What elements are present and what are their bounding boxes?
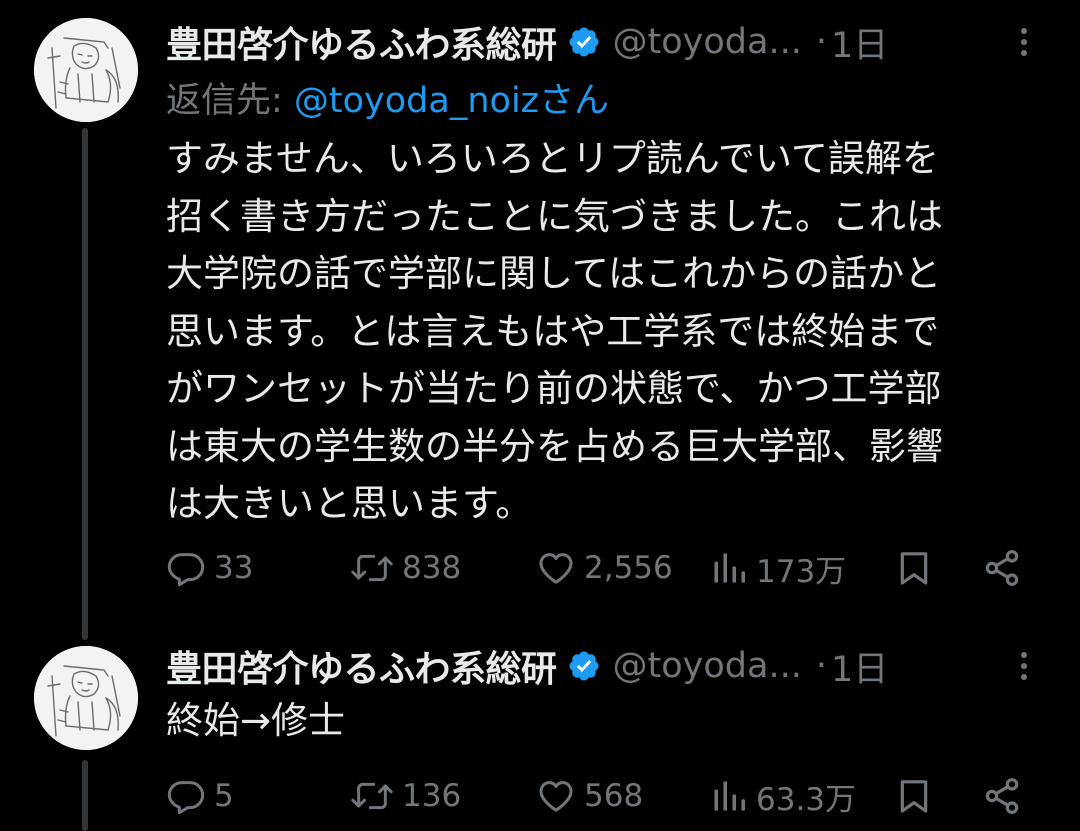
views-bar-chart-icon [714, 553, 746, 583]
author-display-name[interactable]: 豊田啓介ゆるふわ系総研 [166, 640, 557, 692]
reply-to-suffix: さん [539, 81, 610, 121]
bookmark-icon [900, 552, 928, 585]
thread-line [82, 760, 88, 831]
views-count: 63.3万 [756, 781, 857, 818]
views-bar-chart-icon [714, 781, 746, 811]
reply-button[interactable]: 33 [166, 548, 253, 588]
tweet-timestamp[interactable]: 1日 [831, 641, 888, 692]
heart-icon [539, 781, 573, 812]
verified-badge-icon [568, 27, 599, 57]
tweet-text-line: 招く書き方だったことに気づきました。これは [166, 194, 943, 238]
heart-icon [539, 553, 573, 584]
reply-to-label: 返信先: @toyoda_noizさん [166, 72, 609, 123]
separator-dot: · [815, 22, 827, 62]
tweet-actions: 5 136 568 63.3万 [166, 768, 1030, 824]
author-handle[interactable]: @toyoda... [613, 22, 802, 62]
share-icon [985, 550, 1019, 586]
tweet[interactable]: 豊田啓介ゆるふわ系総研 @toyoda... · 1日 終始→修士 5 136 … [0, 640, 1080, 831]
more-options-icon[interactable] [1004, 22, 1044, 62]
more-options-icon[interactable] [1004, 646, 1044, 686]
tweet-text-line: は東大の学生数の半分を占める巨大学部、影響 [166, 424, 943, 468]
avatar[interactable] [34, 18, 138, 122]
tweet-text-line: がワンセットが当たり前の状態で、かつ工学部 [166, 367, 942, 410]
tweet-actions: 33 838 2,556 173万 [166, 540, 1030, 596]
reply-count: 5 [214, 778, 234, 814]
like-count: 568 [584, 778, 644, 814]
tweet[interactable]: 豊田啓介ゆるふわ系総研 @toyoda... · 1日 返信先: @toyoda… [0, 0, 1080, 640]
reply-count: 33 [214, 550, 254, 586]
like-button[interactable]: 568 [536, 776, 643, 816]
share-button[interactable] [982, 776, 1022, 816]
bookmark-icon [900, 780, 928, 813]
views-button[interactable]: 63.3万 [712, 774, 856, 819]
tweet-text-line: は大きいと思います。 [166, 482, 533, 525]
tweet-header: 豊田啓介ゆるふわ系総研 @toyoda... · 1日 [166, 18, 1044, 66]
avatar[interactable] [34, 646, 138, 750]
reply-button[interactable]: 5 [166, 776, 234, 816]
tweet-header: 豊田啓介ゆるふわ系総研 @toyoda... · 1日 [166, 642, 1044, 690]
tweet-text-line: 終始→修士 [166, 699, 346, 742]
like-button[interactable]: 2,556 [536, 548, 673, 588]
reply-icon [167, 553, 205, 587]
views-count: 173万 [756, 553, 847, 590]
reply-to-mention[interactable]: @toyoda_noiz [294, 81, 539, 121]
sketch-portrait-avatar [34, 646, 138, 750]
separator-dot: · [815, 646, 827, 686]
bookmark-button[interactable] [894, 776, 934, 816]
tweet-text-line: すみません、いろいろとリプ読んでいて誤解を [166, 137, 939, 180]
retweet-count: 838 [402, 550, 462, 586]
author-handle[interactable]: @toyoda... [613, 646, 802, 686]
like-count: 2,556 [584, 550, 673, 586]
bookmark-button[interactable] [894, 548, 934, 588]
tweet-text: すみません、いろいろとリプ読んでいて誤解を 招く書き方だったことに気づきました。… [166, 130, 1051, 533]
retweet-button[interactable]: 838 [350, 548, 461, 588]
verified-badge-icon [568, 651, 599, 681]
retweet-icon [351, 554, 393, 582]
sketch-portrait-avatar [34, 18, 138, 122]
reply-to-prefix: 返信先: [166, 81, 294, 121]
retweet-count: 136 [402, 778, 462, 814]
author-display-name[interactable]: 豊田啓介ゆるふわ系総研 [166, 16, 557, 68]
share-button[interactable] [982, 548, 1022, 588]
retweet-button[interactable]: 136 [350, 776, 461, 816]
views-button[interactable]: 173万 [712, 546, 846, 591]
thread-line [82, 128, 88, 640]
retweet-icon [351, 782, 393, 810]
tweet-text-line: 大学院の話で学部に関してはこれからの話かと [166, 252, 942, 295]
tweet-text: 終始→修士 [166, 692, 1051, 750]
reply-icon [167, 781, 205, 815]
tweet-timestamp[interactable]: 1日 [831, 17, 888, 68]
share-icon [985, 778, 1019, 814]
tweet-text-line: 思います。とは言えもはや工学系では終始まで [166, 309, 940, 353]
